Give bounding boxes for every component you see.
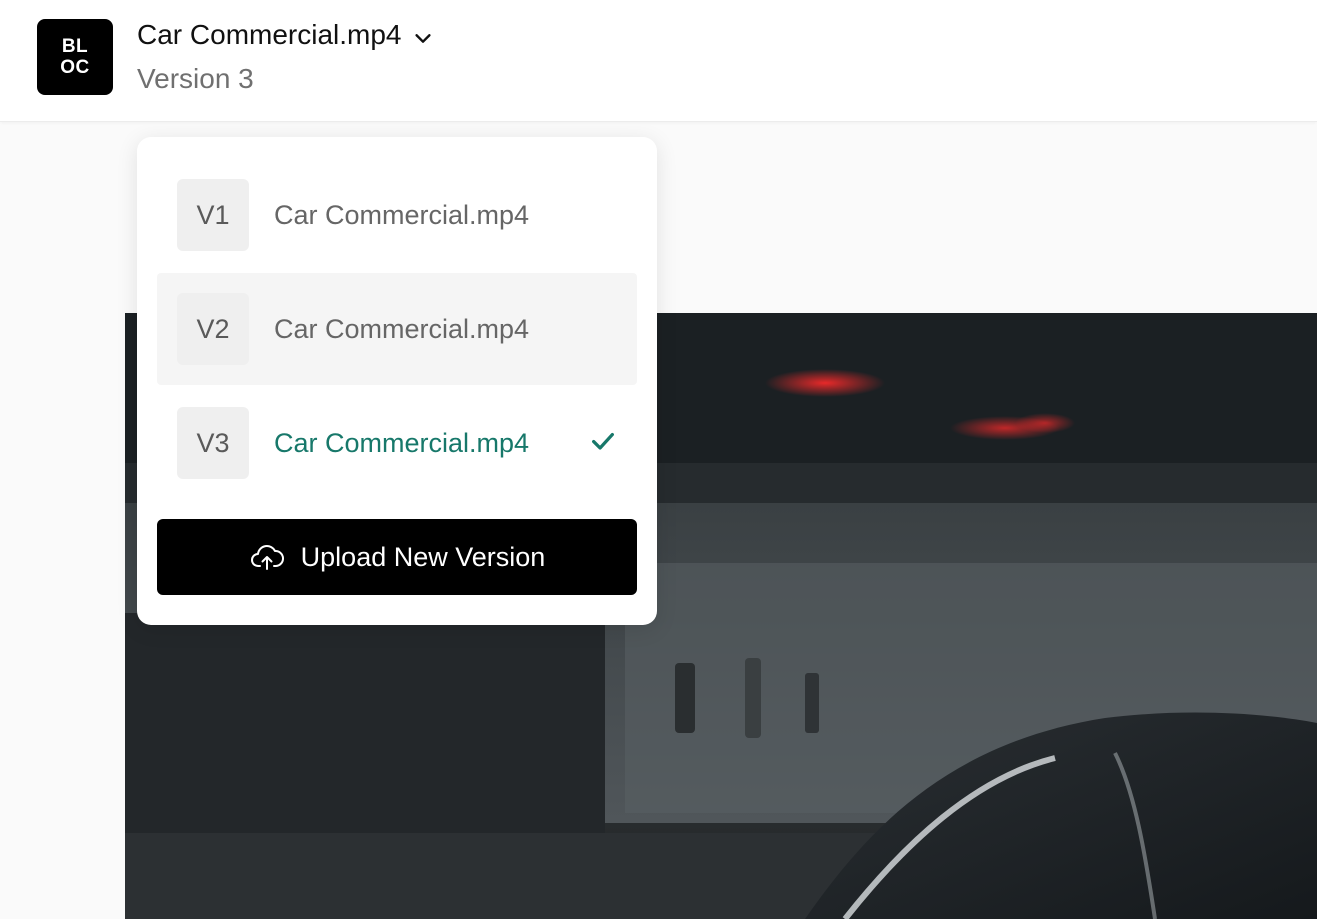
version-dropdown-menu: V1 Car Commercial.mp4 V2 Car Commercial.… (137, 137, 657, 625)
chevron-down-icon (414, 34, 431, 43)
version-badge: V1 (177, 179, 249, 251)
version-badge: V3 (177, 407, 249, 479)
bloc-logo[interactable]: BL OC (37, 19, 113, 95)
cloud-upload-icon (250, 545, 284, 570)
version-item-v3[interactable]: V3 Car Commercial.mp4 (157, 387, 637, 499)
logo-text-line2: OC (60, 57, 90, 78)
upload-button-label: Upload New Version (300, 541, 546, 572)
file-title: Car Commercial.mp4 (137, 19, 402, 50)
version-file-name: Car Commercial.mp4 (274, 199, 530, 230)
current-version-label: Version 3 (137, 63, 254, 94)
version-badge: V2 (177, 293, 249, 365)
logo-text-line1: BL (61, 36, 89, 57)
upload-new-version-button[interactable]: Upload New Version (157, 519, 637, 595)
checkmark-icon (592, 432, 614, 450)
app-header: BL OC Car Commercial.mp4 Version 3 (0, 0, 1317, 122)
version-item-v2[interactable]: V2 Car Commercial.mp4 (157, 273, 637, 385)
version-file-name: Car Commercial.mp4 (274, 313, 530, 344)
file-title-dropdown-toggle[interactable]: Car Commercial.mp4 (137, 18, 434, 52)
version-file-name: Car Commercial.mp4 (274, 427, 530, 458)
version-item-v1[interactable]: V1 Car Commercial.mp4 (157, 159, 637, 271)
